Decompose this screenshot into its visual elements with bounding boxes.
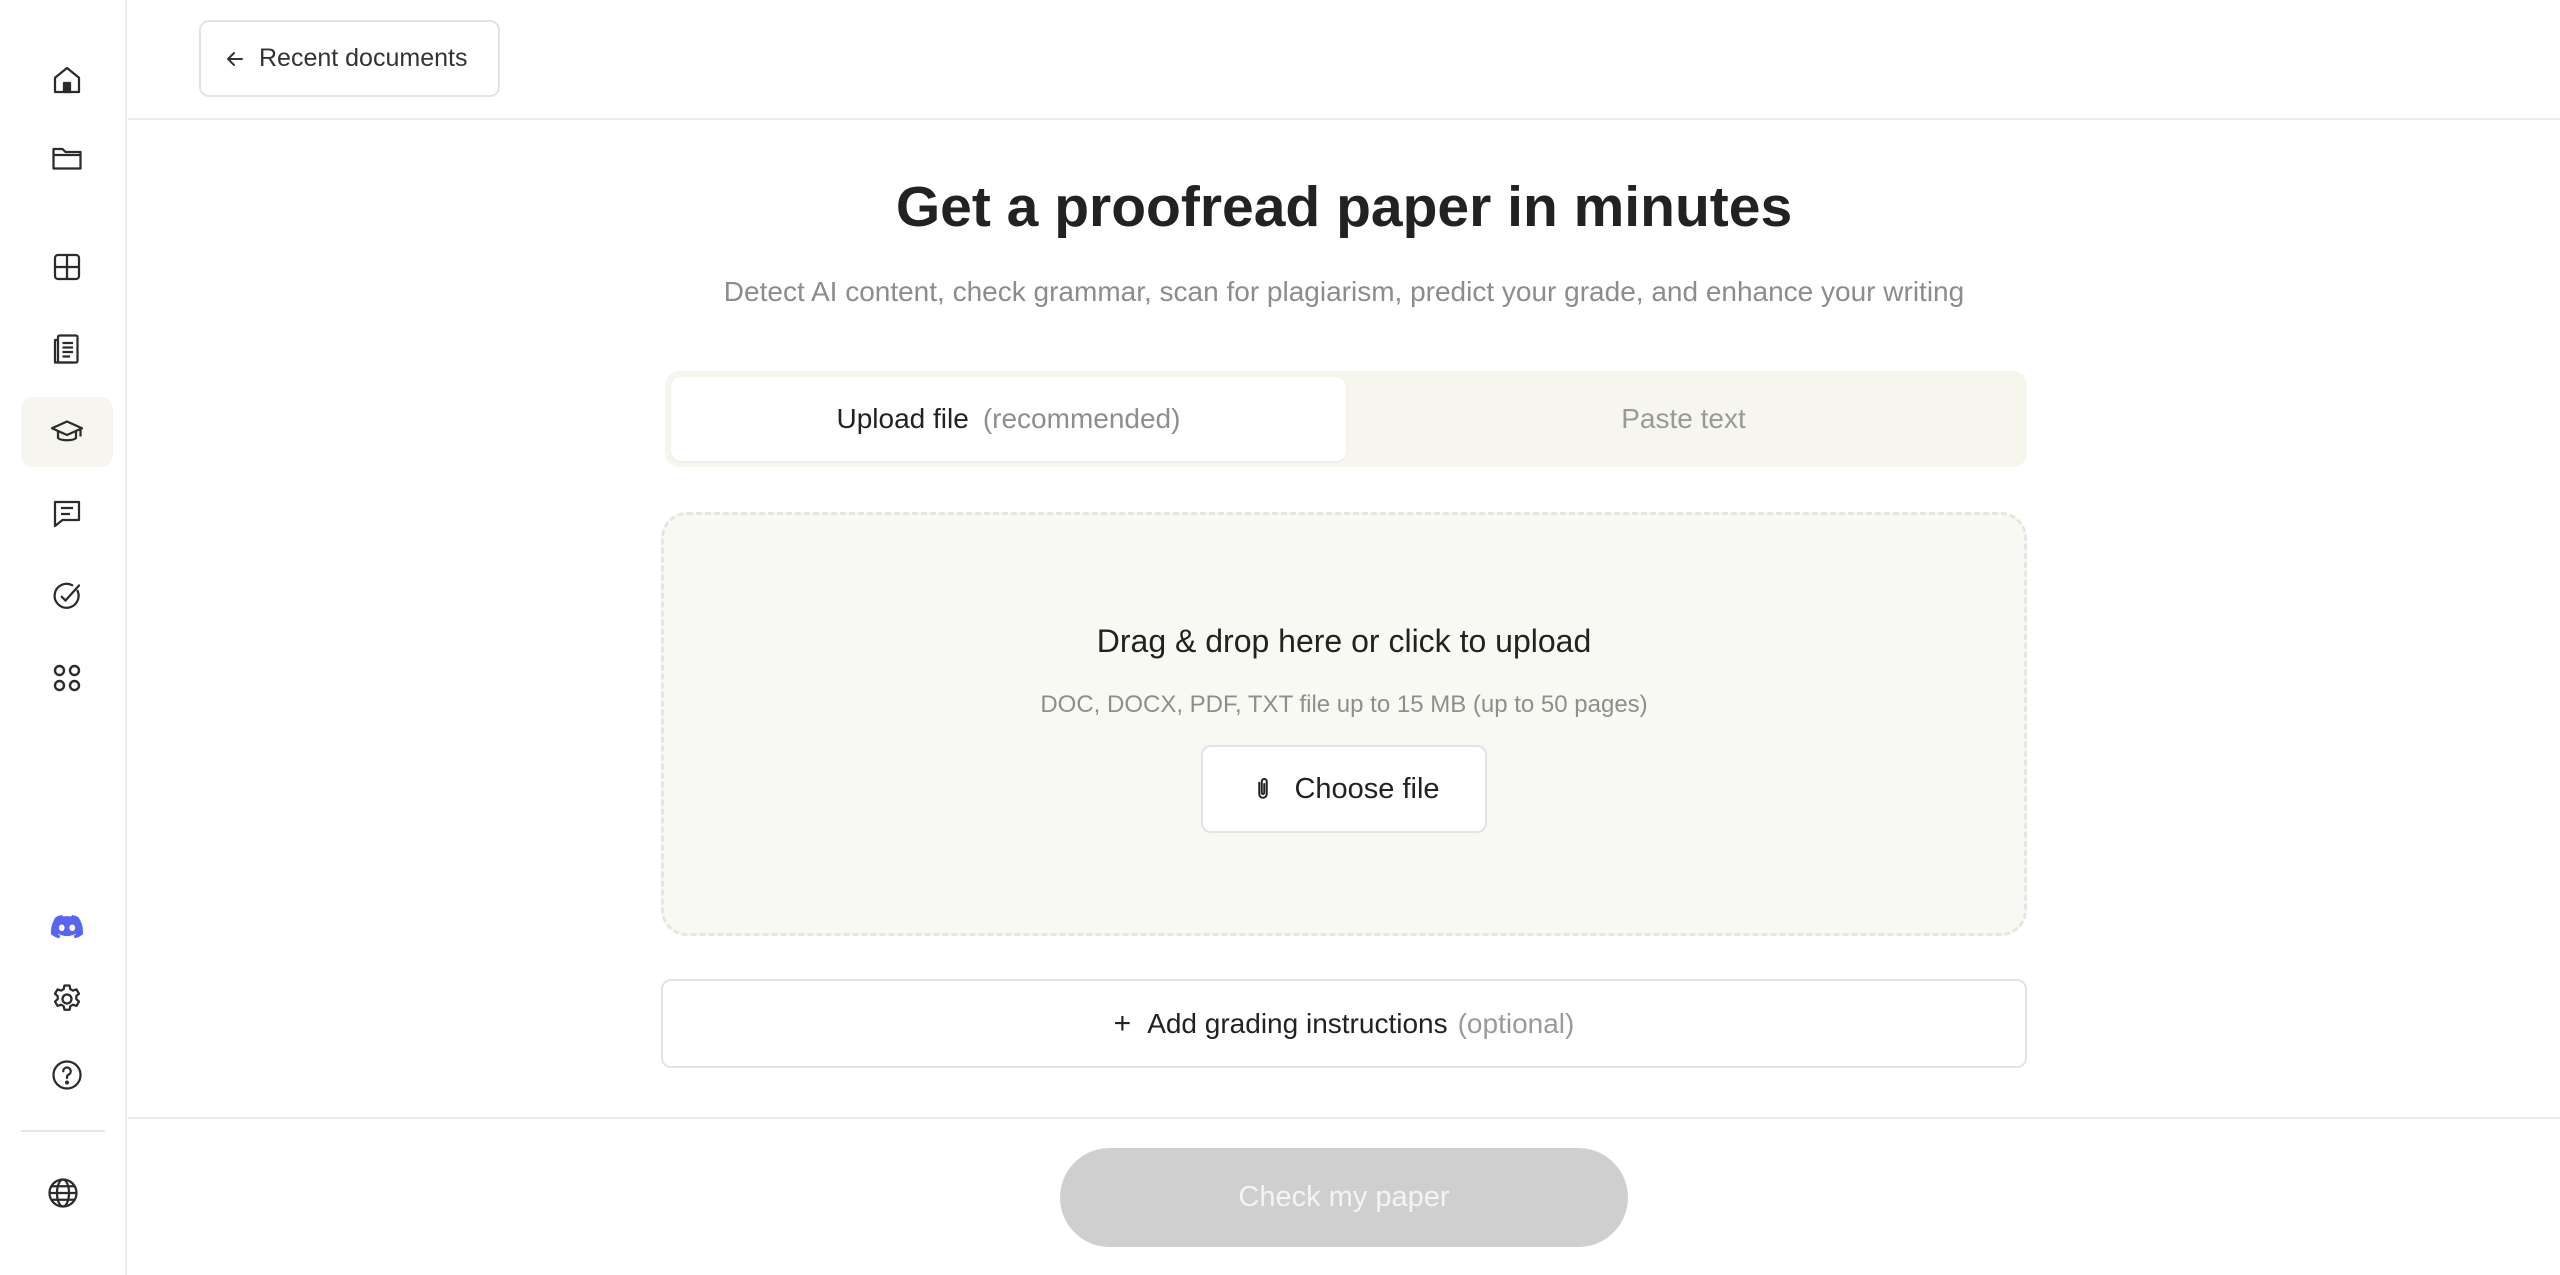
help-icon [52,1060,82,1090]
home-icon [53,66,81,94]
page-subtitle: Detect AI content, check grammar, scan f… [723,276,1965,307]
sidebar-item-grader[interactable] [21,397,113,467]
sidebar-item-language[interactable] [17,1158,109,1228]
tab-paste-label: Paste text [1621,403,1746,434]
input-mode-tabs: Upload file (recommended) Paste text [665,371,2027,467]
sidebar-divider [21,1130,105,1132]
dropzone-subtitle: DOC, DOCX, PDF, TXT file up to 15 MB (up… [1040,691,1648,718]
sidebar-item-apps[interactable] [21,643,113,713]
sidebar [0,0,127,1275]
sidebar-item-home[interactable] [21,45,113,115]
main-content: Get a proofread paper in minutes Detect … [128,122,2560,1118]
recent-documents-label: Recent documents [259,44,468,72]
globe-icon [48,1178,78,1208]
discord-icon [50,915,84,939]
chat-icon [53,500,81,528]
sidebar-item-chat[interactable] [21,479,113,549]
tab-upload-note: (recommended) [982,403,1181,434]
sidebar-item-checker[interactable] [21,561,113,631]
folder-icon [52,147,82,170]
sidebar-item-folder[interactable] [21,123,113,193]
grading-note: (optional) [1457,1007,1575,1039]
tab-upload-label: Upload file [836,403,969,434]
recent-documents-button[interactable]: Recent documents [199,20,500,97]
add-grading-instructions-button[interactable]: + Add grading instructions (optional) [661,979,2027,1068]
apps-icon [53,664,81,692]
grading-label: Add grading instructions [1147,1007,1448,1039]
sidebar-item-settings[interactable] [21,964,113,1034]
choose-file-button[interactable]: Choose file [1201,745,1487,833]
footer: Check my paper [128,1117,2560,1275]
graduation-cap-icon [50,420,84,442]
file-dropzone[interactable]: Drag & drop here or click to upload DOC,… [661,512,2027,936]
page-title: Get a proofread paper in minutes [895,175,1793,239]
sidebar-item-documents[interactable] [21,314,113,384]
grid-icon [53,253,81,281]
sidebar-item-discord[interactable] [21,892,113,962]
check-circle-icon [53,582,81,609]
plus-icon: + [1113,1006,1132,1040]
dropzone-title: Drag & drop here or click to upload [1096,623,1592,659]
choose-file-label: Choose file [1294,772,1440,805]
arrow-left-icon [227,51,243,66]
check-my-paper-button[interactable]: Check my paper [1060,1148,1628,1247]
notebook-icon [53,334,79,364]
sidebar-item-help[interactable] [21,1040,113,1110]
topbar: Recent documents [128,0,2560,120]
sidebar-item-dashboard[interactable] [21,232,113,302]
paperclip-icon [1258,778,1269,799]
tab-paste-text[interactable]: Paste text [1346,377,2021,461]
tab-upload-file[interactable]: Upload file (recommended) [671,377,1346,461]
gear-icon [53,984,81,1011]
